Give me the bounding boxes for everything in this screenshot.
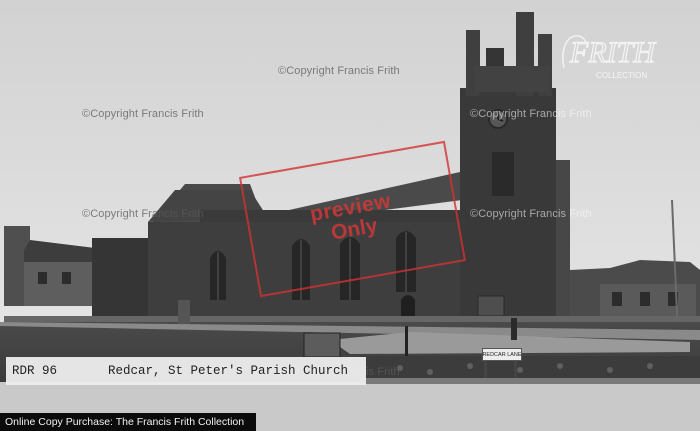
copyright-watermark: ©Copyright Francis Frith (470, 108, 592, 120)
copyright-watermark: ©Copyright Francis Frith (278, 65, 400, 77)
frith-collection-logo: FRITH COLLECTION (562, 35, 658, 80)
street-sign: REDCAR LANE (482, 348, 522, 361)
logo-frith-text: FRITH (569, 36, 657, 69)
caption-strip: RDR 96 Redcar, St Peter's Parish Church (6, 357, 366, 385)
photo-caption-title: Redcar, St Peter's Parish Church (108, 364, 349, 378)
copyright-watermark: ©Copyright Francis Frith (82, 108, 204, 120)
purchase-footer[interactable]: Online Copy Purchase: The Francis Frith … (0, 413, 256, 431)
photo-reference-code: RDR 96 (12, 364, 58, 378)
copyright-watermark: ©Copyright Francis Frith (82, 208, 204, 220)
purchase-footer-text: Online Copy Purchase: The Francis Frith … (5, 416, 245, 428)
photo-viewer: REDCAR LANE ©Copyright Francis Frith ©Co… (0, 0, 700, 431)
street-sign-text: REDCAR LANE (482, 351, 522, 358)
copyright-watermark: ©Copyright Francis Frith (470, 208, 592, 220)
logo-collection-text: COLLECTION (596, 71, 647, 80)
